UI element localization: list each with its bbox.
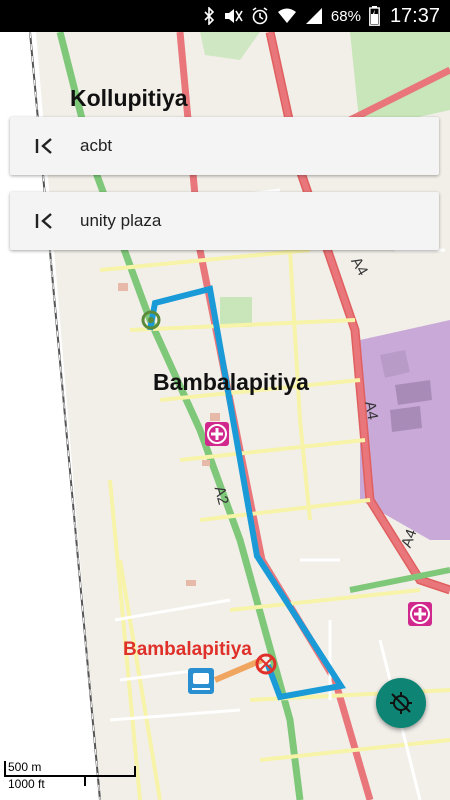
collapse-icon[interactable] (10, 192, 80, 250)
collapse-icon[interactable] (10, 117, 80, 175)
train-station-icon[interactable] (188, 668, 214, 694)
from-search-bar[interactable]: acbt (10, 117, 439, 175)
locate-me-button[interactable] (376, 678, 426, 728)
gps-off-icon (390, 692, 412, 714)
battery-percent: 68% (330, 7, 361, 25)
place-label-kollupitiya: Kollupitiya (70, 85, 188, 111)
hospital-icon[interactable] (205, 422, 229, 446)
scale-metric-label: 500 m (8, 760, 42, 774)
battery-icon (369, 6, 380, 26)
scale-imperial-label: 1000 ft (8, 777, 45, 791)
hospital-icon[interactable] (408, 602, 432, 626)
wifi-icon (277, 8, 297, 24)
map-scale-bar: 500 m 1000 ft (0, 758, 140, 794)
to-search-bar[interactable]: unity plaza (10, 192, 439, 250)
clock: 17:37 (389, 4, 440, 27)
from-location-text[interactable]: acbt (80, 136, 112, 156)
alarm-icon (251, 7, 269, 25)
status-bar: 68% 17:37 (0, 0, 450, 32)
bluetooth-icon (203, 7, 215, 25)
mute-icon (223, 7, 243, 25)
to-location-text[interactable]: unity plaza (80, 211, 161, 231)
station-label-bambalapitiya: Bambalapitiya (123, 639, 252, 660)
road-label-a4: A4 (361, 399, 382, 422)
signal-icon (305, 7, 323, 25)
place-label-bambalapitiya: Bambalapitiya (153, 369, 309, 395)
